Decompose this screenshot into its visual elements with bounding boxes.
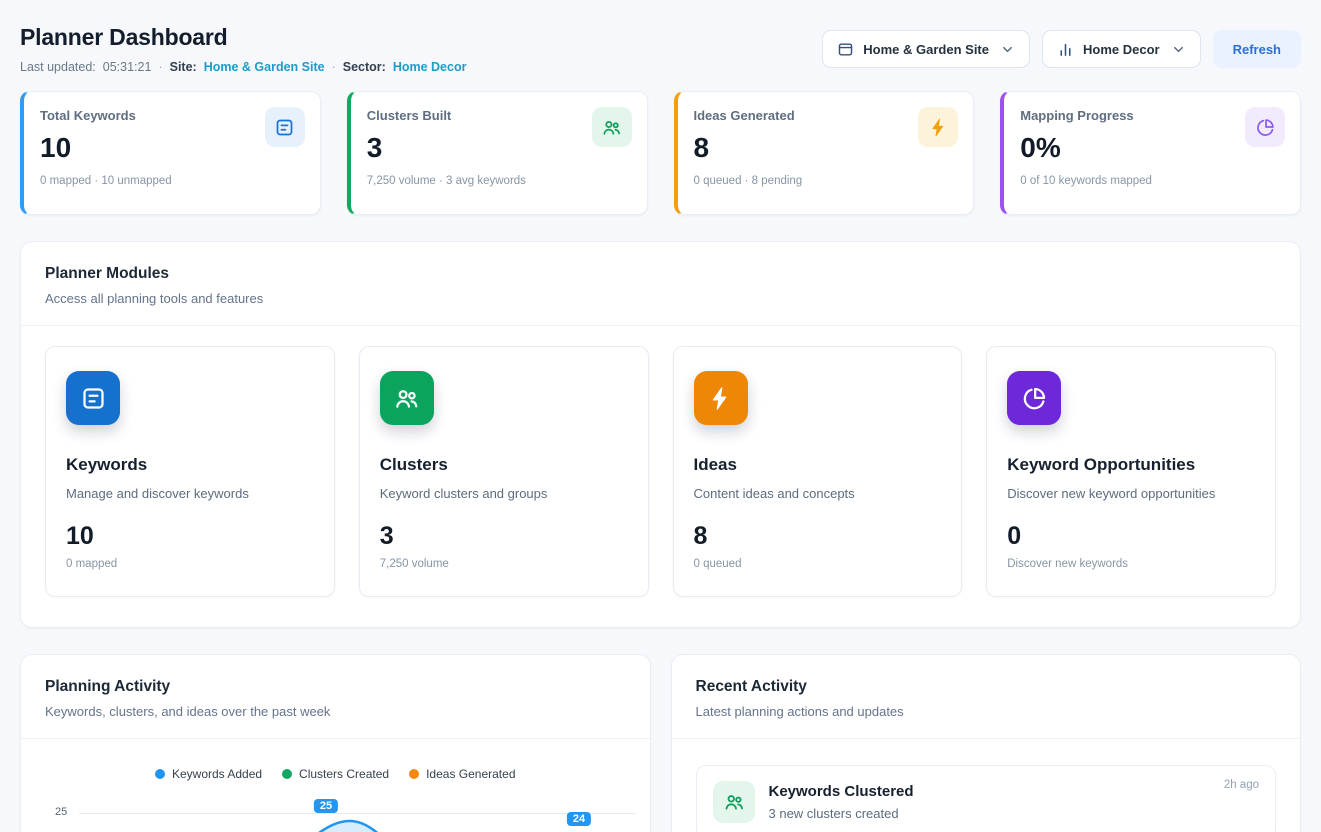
stat-card-total-keywords: Total Keywords 10 0 mapped · 10 unmapped xyxy=(20,91,321,215)
users-icon xyxy=(713,781,755,823)
module-value: 0 xyxy=(1007,522,1255,551)
section-title: Planning Activity xyxy=(45,678,626,696)
module-title: Ideas xyxy=(694,455,942,475)
module-card-keyword-opportunities[interactable]: Keyword Opportunities Discover new keywo… xyxy=(986,346,1276,597)
legend-item-ideas-generated: Ideas Generated xyxy=(409,767,515,781)
lightning-bolt-icon xyxy=(694,371,748,425)
bottom-row: Planning Activity Keywords, clusters, an… xyxy=(20,654,1301,832)
module-card-ideas[interactable]: Ideas Content ideas and concepts 8 0 que… xyxy=(673,346,963,597)
sector-dropdown[interactable]: Home Decor xyxy=(1042,30,1201,68)
sector-link[interactable]: Home Decor xyxy=(393,60,467,74)
stat-label: Clusters Built xyxy=(367,108,631,123)
stat-sub: 0 mapped · 10 unmapped xyxy=(40,175,304,187)
module-description: Discover new keyword opportunities xyxy=(1007,486,1255,501)
section-subtitle: Access all planning tools and features xyxy=(45,291,1276,306)
legend-item-keywords-added: Keywords Added xyxy=(155,767,262,781)
sector-dropdown-label: Home Decor xyxy=(1083,42,1160,57)
site-dropdown-label: Home & Garden Site xyxy=(863,42,989,57)
module-sub: 0 mapped xyxy=(66,558,314,570)
module-value: 3 xyxy=(380,522,628,551)
module-sub: 0 queued xyxy=(694,558,942,570)
section-title: Planner Modules xyxy=(45,265,1276,283)
refresh-button[interactable]: Refresh xyxy=(1213,30,1301,68)
legend-label: Clusters Created xyxy=(299,767,389,781)
chevron-down-icon xyxy=(1000,42,1015,57)
last-updated-label: Last updated: xyxy=(20,60,96,74)
site-link[interactable]: Home & Garden Site xyxy=(204,60,325,74)
module-description: Manage and discover keywords xyxy=(66,486,314,501)
chart-legend: Keywords Added Clusters Created Ideas Ge… xyxy=(21,767,650,781)
legend-dot-icon xyxy=(409,769,419,779)
module-title: Keywords xyxy=(66,455,314,475)
planning-activity-card: Planning Activity Keywords, clusters, an… xyxy=(20,654,651,832)
stat-sub: 7,250 volume · 3 avg keywords xyxy=(367,175,631,187)
sector-label: Sector: xyxy=(343,60,386,74)
activity-timestamp: 2h ago xyxy=(1224,779,1259,791)
planning-activity-chart: 25 25 24 xyxy=(21,797,650,832)
area-chart xyxy=(79,809,640,832)
document-lines-icon xyxy=(66,371,120,425)
y-axis-tick: 25 xyxy=(55,806,67,818)
topbar-controls: Home & Garden Site Home Decor Refresh xyxy=(822,30,1301,68)
activity-list-item: Keywords Clustered 3 new clusters create… xyxy=(696,765,1277,832)
bar-chart-icon xyxy=(1057,41,1074,58)
site-dropdown[interactable]: Home & Garden Site xyxy=(822,30,1030,68)
module-value: 8 xyxy=(694,522,942,551)
modules-grid: Keywords Manage and discover keywords 10… xyxy=(21,326,1300,627)
users-icon xyxy=(592,107,632,147)
page-meta: Last updated: 05:31:21 · Site: Home & Ga… xyxy=(20,60,466,74)
legend-dot-icon xyxy=(282,769,292,779)
users-icon xyxy=(380,371,434,425)
pie-chart-icon xyxy=(1007,371,1061,425)
module-title: Clusters xyxy=(380,455,628,475)
document-lines-icon xyxy=(265,107,305,147)
module-title: Keyword Opportunities xyxy=(1007,455,1255,475)
pie-chart-icon xyxy=(1245,107,1285,147)
module-card-clusters[interactable]: Clusters Keyword clusters and groups 3 7… xyxy=(359,346,649,597)
lightning-bolt-icon xyxy=(918,107,958,147)
section-title: Recent Activity xyxy=(696,678,1277,696)
stat-sub: 0 queued · 8 pending xyxy=(694,175,958,187)
stat-cards-row: Total Keywords 10 0 mapped · 10 unmapped… xyxy=(20,91,1301,215)
module-sub: Discover new keywords xyxy=(1007,558,1255,570)
data-point-label: 25 xyxy=(314,799,338,813)
legend-label: Keywords Added xyxy=(172,767,262,781)
window-icon xyxy=(837,41,854,58)
stat-sub: 0 of 10 keywords mapped xyxy=(1020,175,1284,187)
section-subtitle: Keywords, clusters, and ideas over the p… xyxy=(45,704,626,719)
last-updated-value: 05:31:21 xyxy=(103,60,152,74)
module-sub: 7,250 volume xyxy=(380,558,628,570)
topbar: Planner Dashboard Last updated: 05:31:21… xyxy=(20,24,1301,74)
module-description: Keyword clusters and groups xyxy=(380,486,628,501)
planner-modules-header: Planner Modules Access all planning tool… xyxy=(21,242,1300,326)
meta-separator: · xyxy=(332,60,336,74)
activity-description: 3 new clusters created xyxy=(769,806,914,821)
page-title: Planner Dashboard xyxy=(20,24,466,51)
planning-activity-header: Planning Activity Keywords, clusters, an… xyxy=(21,655,650,739)
recent-activity-card: Recent Activity Latest planning actions … xyxy=(671,654,1302,832)
stat-value: 3 xyxy=(367,132,631,164)
module-card-keywords[interactable]: Keywords Manage and discover keywords 10… xyxy=(45,346,335,597)
recent-activity-header: Recent Activity Latest planning actions … xyxy=(672,655,1301,739)
data-point-label: 24 xyxy=(567,812,591,826)
site-label: Site: xyxy=(170,60,197,74)
module-description: Content ideas and concepts xyxy=(694,486,942,501)
stat-card-clusters-built: Clusters Built 3 7,250 volume · 3 avg ke… xyxy=(347,91,648,215)
meta-separator: · xyxy=(158,60,162,74)
stat-card-mapping-progress: Mapping Progress 0% 0 of 10 keywords map… xyxy=(1000,91,1301,215)
planner-modules-panel: Planner Modules Access all planning tool… xyxy=(20,241,1301,628)
topbar-left: Planner Dashboard Last updated: 05:31:21… xyxy=(20,24,466,74)
module-value: 10 xyxy=(66,522,314,551)
stat-card-ideas-generated: Ideas Generated 8 0 queued · 8 pending xyxy=(674,91,975,215)
activity-item-content: Keywords Clustered 3 new clusters create… xyxy=(769,781,914,821)
legend-item-clusters-created: Clusters Created xyxy=(282,767,389,781)
legend-dot-icon xyxy=(155,769,165,779)
activity-title: Keywords Clustered xyxy=(769,783,914,800)
section-subtitle: Latest planning actions and updates xyxy=(696,704,1277,719)
planner-dashboard-page: Planner Dashboard Last updated: 05:31:21… xyxy=(0,0,1321,832)
legend-label: Ideas Generated xyxy=(426,767,515,781)
chevron-down-icon xyxy=(1171,42,1186,57)
